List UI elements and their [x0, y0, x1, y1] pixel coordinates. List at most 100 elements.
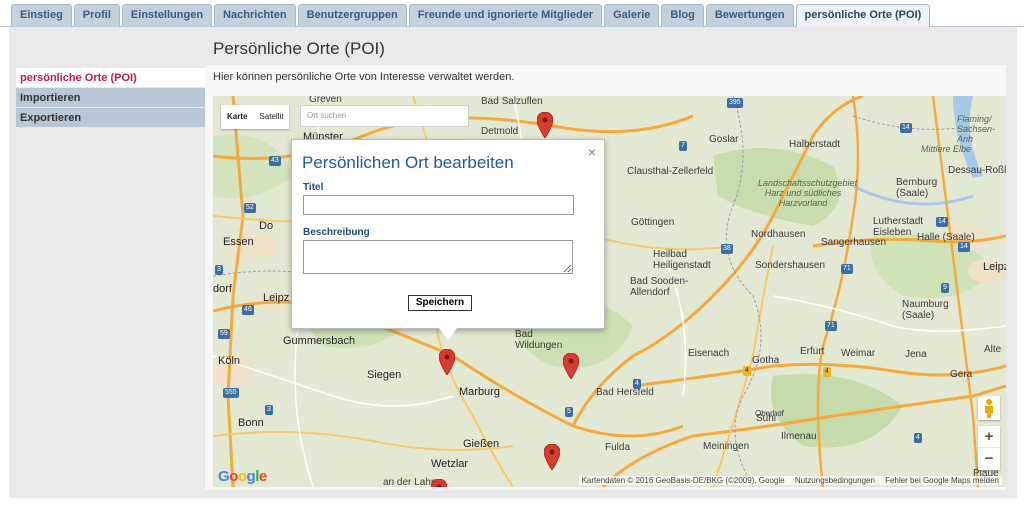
city-label-meiningen: Meiningen — [703, 441, 750, 452]
city-label-naumburg: Naumburg (Saale) — [902, 299, 949, 321]
tab-freunde[interactable]: Freunde und ignorierte Mitglieder — [408, 4, 603, 27]
city-label-dessau: Dessau-Roßl — [948, 165, 1006, 176]
map-marker[interactable] — [537, 112, 553, 138]
tab-bar: Einstieg Profil Einstellungen Nachrichte… — [0, 0, 1024, 28]
app-root: Einstieg Profil Einstellungen Nachrichte… — [0, 0, 1024, 505]
tab-benutzergruppen[interactable]: Benutzergruppen — [297, 4, 407, 27]
road-shield: 3 — [215, 265, 223, 275]
city-label-greven: Greven — [309, 96, 342, 105]
tab-list: Einstieg Profil Einstellungen Nachrichte… — [11, 4, 931, 28]
city-label-lahn: an der Lahn — [383, 477, 437, 487]
tab-nachrichten[interactable]: Nachrichten — [214, 4, 296, 27]
city-label-alte: Alte — [984, 344, 1002, 355]
city-label-essen: Essen — [223, 236, 254, 248]
city-label-gummersbach: Gummersbach — [283, 335, 356, 347]
region-label-flaming: Flaming/ Sachsen-Anh — [957, 114, 996, 144]
road-shield: 3 — [265, 405, 273, 415]
zoom-control: + − — [978, 426, 1000, 470]
zoom-out-button[interactable]: − — [978, 448, 1000, 470]
city-label-hersfeld: Bad Hersfeld — [596, 387, 654, 398]
city-label-marburg: Marburg — [459, 386, 500, 398]
city-label-gera: Gera — [950, 369, 973, 380]
city-label-detmold: Detmold — [481, 126, 519, 137]
city-label-goettingen: Göttingen — [631, 217, 675, 228]
tab-bewertungen[interactable]: Bewertungen — [705, 4, 794, 27]
sidebar: persönliche Orte (POI) Importieren Expor… — [16, 68, 205, 128]
map-marker[interactable] — [431, 479, 447, 487]
city-label-sondershausen: Sondershausen — [755, 260, 826, 271]
map-marker[interactable] — [544, 444, 560, 470]
tab-galerie[interactable]: Galerie — [604, 4, 660, 27]
zoom-in-button[interactable]: + — [978, 426, 1000, 448]
city-label-dorf: dorf — [213, 283, 232, 295]
street-view-pegman[interactable] — [978, 396, 1000, 420]
road-shield: 38 — [721, 244, 733, 254]
sidebar-item-poi[interactable]: persönliche Orte (POI) — [16, 68, 205, 88]
city-label-leipzig: Leipz — [983, 261, 1006, 273]
save-button[interactable]: Speichern — [408, 295, 472, 311]
map-type-karte-button[interactable]: Karte — [221, 105, 253, 129]
city-label-wildungen: Bad Wildungen — [515, 329, 563, 351]
map-view[interactable]: Bad Salzuflen Detmold Goslar Halberstadt… — [213, 96, 1006, 487]
map-attribution: Kartendaten © 2016 GeoBasis-DE/BKG (©200… — [578, 476, 1002, 485]
tab-einstellungen[interactable]: Einstellungen — [121, 4, 213, 27]
city-label-eisenach: Eisenach — [688, 348, 730, 359]
road-shield: 46 — [242, 305, 254, 315]
map-copyright: Kartendaten © 2016 GeoBasis-DE/BKG (©200… — [581, 476, 785, 485]
map-search-input[interactable]: Ort suchen — [300, 105, 469, 127]
road-shield: 14 — [900, 123, 912, 133]
map-marker[interactable] — [563, 353, 579, 379]
city-label-wetzlar: Wetzlar — [431, 458, 469, 470]
tab-profil[interactable]: Profil — [73, 4, 120, 27]
city-label-sangerhausen: Sangerhausen — [821, 237, 887, 248]
title-input[interactable] — [303, 195, 574, 215]
city-label-goslar: Goslar — [709, 134, 739, 145]
tab-einstieg[interactable]: Einstieg — [11, 4, 72, 27]
road-shield: 5 — [565, 407, 573, 417]
road-shield: 7 — [679, 141, 687, 151]
city-label-siegen: Siegen — [367, 369, 402, 381]
google-logo[interactable]: Google — [218, 468, 267, 485]
city-label-weimar: Weimar — [841, 348, 876, 359]
map-marker[interactable] — [439, 349, 455, 375]
road-shield: 71 — [841, 264, 853, 274]
city-label-gotha: Gotha — [752, 355, 780, 366]
road-shield: 52 — [244, 203, 256, 213]
road-shield: 71 — [825, 321, 837, 331]
road-shield: 9 — [941, 283, 949, 293]
city-label-wuppertal: Leipz — [263, 292, 290, 304]
road-shield: 14 — [958, 242, 970, 252]
map-type-control: Karte Satellit — [221, 105, 290, 129]
city-label-oberhof: Oberhof — [755, 409, 784, 418]
map-terms-link[interactable]: Nutzungsbedingungen — [795, 476, 875, 485]
close-icon[interactable]: × — [588, 144, 596, 160]
city-label-heiligenstadt: Heilbad Heiligenstadt — [653, 249, 711, 271]
road-shield: 395 — [727, 98, 743, 108]
sidebar-item-export[interactable]: Exportieren — [16, 108, 205, 128]
city-label-clausthal: Clausthal-Zellerfeld — [627, 166, 714, 177]
city-label-fulda: Fulda — [605, 442, 631, 453]
city-label-jena: Jena — [905, 349, 927, 360]
road-shield: 14 — [936, 217, 948, 227]
city-label-giessen: Gießen — [463, 438, 500, 450]
content-area: Hier können persönliche Orte von Interes… — [205, 65, 1006, 490]
road-shield: 555 — [223, 388, 239, 398]
region-label-harz: Landschaftsschutzgebiet Harz und südlich… — [758, 178, 858, 208]
map-report-link[interactable]: Fehler bei Google Maps melden — [885, 476, 999, 485]
road-shield: 43 — [269, 156, 281, 166]
city-label-nordhausen: Nordhausen — [751, 229, 806, 240]
tab-blog[interactable]: Blog — [661, 4, 704, 27]
sidebar-item-import[interactable]: Importieren — [16, 88, 205, 108]
tab-poi[interactable]: persönliche Orte (POI) — [795, 4, 931, 28]
road-shield: 4 — [914, 433, 922, 443]
road-shield: 4 — [633, 379, 641, 389]
map-type-satellit-button[interactable]: Satellit — [253, 105, 289, 129]
page-title: Persönliche Orte (POI) — [213, 39, 385, 58]
main-panel: Persönliche Orte (POI) persönliche Orte … — [9, 27, 1017, 498]
description-textarea[interactable] — [303, 240, 573, 274]
city-label-bonn: Bonn — [238, 417, 264, 429]
city-label-sooden: Bad Sooden-Allendorf — [630, 276, 689, 298]
edit-poi-dialog: × Persönlichen Ort bearbeiten Titel Besc… — [291, 139, 605, 341]
city-label-halberstadt: Halberstadt — [789, 139, 841, 150]
city-label-bad-salzuflen: Bad Salzuflen — [481, 96, 543, 107]
